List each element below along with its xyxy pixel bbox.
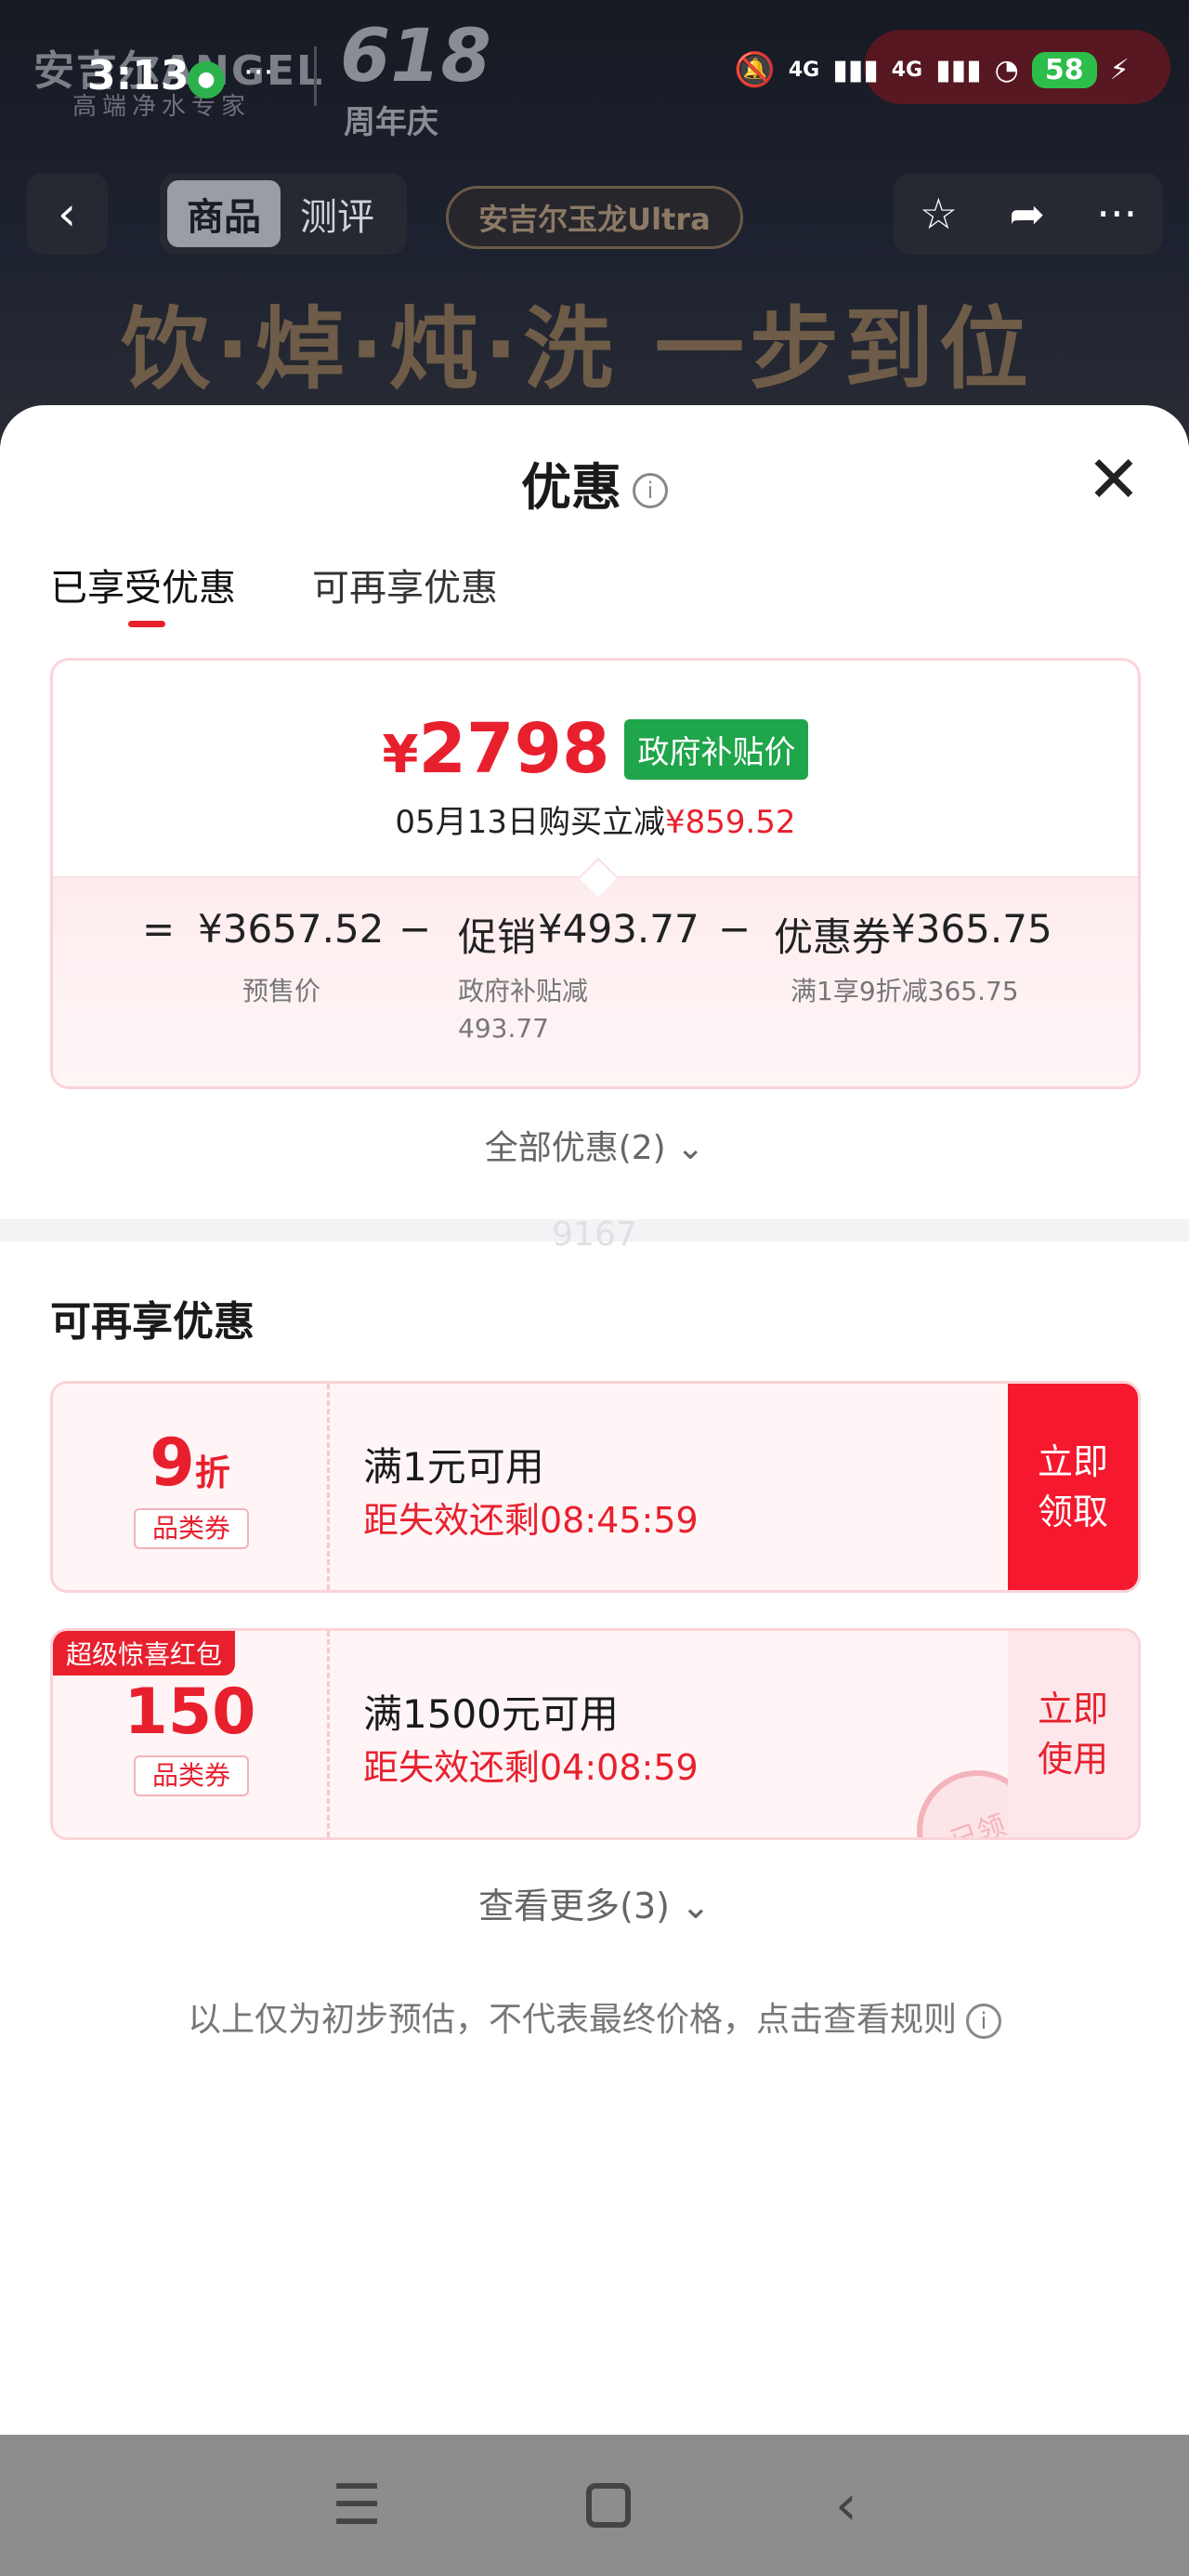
tab-product[interactable]: 商品 — [167, 180, 281, 247]
all-discounts-toggle[interactable]: 全部优惠(2) ⌄ — [0, 1121, 1189, 1169]
wifi-icon: ◔ — [994, 53, 1019, 86]
final-price-row: ¥2798 政府补贴价 — [53, 709, 1138, 789]
home-icon[interactable] — [585, 2483, 631, 2528]
back-button[interactable]: ‹ — [26, 173, 108, 255]
recent-apps-icon[interactable]: ☰ — [332, 2473, 382, 2538]
coupon-amount-value: 150 — [124, 1676, 256, 1749]
price-summary-card: ¥2798 政府补贴价 05月13日购买立减¥859.52 = ¥3657.52… — [50, 658, 1141, 1089]
sheet-title-text: 优惠 — [521, 458, 621, 517]
final-price: ¥2798 — [383, 709, 610, 789]
more-dots-icon[interactable]: ··· — [1096, 189, 1137, 239]
favorite-star-icon[interactable]: ☆ — [920, 189, 958, 239]
save-amount: ¥859.52 — [664, 804, 796, 841]
system-navigation-bar: ☰ ‹ — [0, 2435, 1189, 2576]
presale-label: 预售价 — [242, 976, 321, 1006]
coupon-condition: 满1500元可用 — [363, 1691, 619, 1737]
promo-label: 促销 — [458, 914, 537, 960]
sheet-title: 优惠 i — [0, 446, 1189, 519]
disclaimer-text: 以上仅为初步预估，不代表最终价格，点击查看规则 — [187, 2001, 957, 2039]
promo-amount: ¥493.77 — [538, 906, 699, 952]
tab-more-discounts[interactable]: 可再享优惠 — [312, 558, 498, 632]
minus-sign-2: − — [718, 906, 751, 952]
header-divider — [314, 46, 317, 106]
coupon-card-discount: 9折 品类券 满1元可用 距失效还剩08:45:59 立即 领取 — [50, 1381, 1141, 1593]
more-discounts-title: 可再享优惠 — [50, 1298, 255, 1346]
final-price-area: ¥2798 政府补贴价 05月13日购买立减¥859.52 — [53, 661, 1138, 876]
save-prefix: 05月13日购买立减 — [395, 804, 665, 841]
minus-sign-1: − — [399, 906, 432, 952]
system-status-icons: 🔕 4G ▮▮▮ 4G ▮▮▮ ◔ 58 ⚡ — [734, 50, 1130, 89]
coupon-category-tag: 品类券 — [134, 1508, 249, 1549]
claim-button-label: 立即 领取 — [1037, 1441, 1108, 1532]
coupon-timer: 距失效还剩04:08:59 — [363, 1747, 699, 1788]
coupon-amount-unit: 折 — [194, 1452, 230, 1493]
rules-info-icon[interactable]: i — [966, 2004, 1001, 2039]
page-tab-switcher: 商品 测评 — [160, 173, 407, 255]
presale-price: ¥3657.52 — [198, 906, 385, 952]
price-breakdown: = ¥3657.52 预售价 − 促销 ¥493.77 政府补贴减 493.77… — [53, 857, 1138, 1086]
coupon-amount-value: 9折 — [53, 1425, 327, 1501]
share-icon[interactable]: ➦ — [1009, 189, 1045, 239]
discount-tabs: 已享受优惠 可再享优惠 — [50, 558, 498, 632]
coupon-amount: ¥365.75 — [891, 906, 1052, 952]
super-red-packet-ribbon: 超级惊喜红包 — [53, 1631, 236, 1676]
tab-review[interactable]: 测评 — [281, 180, 394, 247]
charging-icon: ⚡ — [1109, 53, 1130, 86]
coupon-value-area: 9折 品类券 — [53, 1384, 330, 1590]
back-nav-icon[interactable]: ‹ — [835, 2473, 857, 2538]
signal-4g-icon: 4G — [788, 58, 820, 82]
wechat-icon: ● — [188, 61, 225, 99]
claim-coupon-button[interactable]: 立即 领取 — [1008, 1384, 1138, 1590]
top-navbar: ‹ 商品 测评 安吉尔玉龙Ultra ☆ ➦ ··· — [0, 173, 1189, 266]
coupon-desc: 满1享9折减365.75 — [790, 976, 1019, 1006]
close-button[interactable]: ✕ — [1083, 447, 1144, 513]
signal-4g-icon-2: 4G — [891, 58, 923, 82]
disclaimer[interactable]: 以上仅为初步预估，不代表最终价格，点击查看规则 i — [0, 1992, 1189, 2041]
coupon-card-red-packet: 已领 超级惊喜红包 150 品类券 满1500元可用 距失效还剩04:08:59… — [50, 1628, 1141, 1840]
coupon-condition: 满1元可用 — [363, 1444, 544, 1490]
coupon-category-tag: 品类券 — [134, 1755, 249, 1796]
promo-desc: 政府补贴减 493.77 — [458, 976, 589, 1044]
status-time: 3:13 — [87, 52, 189, 99]
use-coupon-button[interactable]: 立即 使用 — [1008, 1631, 1138, 1837]
discount-sheet: 优惠 i ✕ 已享受优惠 可再享优惠 ¥2798 政府补贴价 05月13日购买立减… — [0, 405, 1189, 2435]
final-price-value: 2798 — [418, 709, 610, 789]
use-button-label: 立即 使用 — [1037, 1689, 1108, 1780]
event-number: 618 — [340, 15, 491, 99]
battery-indicator: 58 — [1031, 51, 1097, 88]
product-header-background: 安吉尔ANGEL 高端净水专家 3:13 ● ··· 618 周年庆 🔕 4G … — [0, 0, 1189, 446]
coupon-amount-number: 9 — [150, 1425, 195, 1501]
nav-actions: ☆ ➦ ··· — [894, 173, 1163, 255]
watermark-number: 9167 — [552, 1216, 637, 1254]
equals-sign: = — [142, 906, 176, 952]
signal-bars-icon-2: ▮▮▮ — [935, 53, 982, 86]
save-line: 05月13日购买立减¥859.52 — [53, 796, 1138, 842]
status-more-icon: ··· — [243, 54, 274, 91]
currency-symbol: ¥ — [382, 725, 419, 785]
view-more-toggle[interactable]: 查看更多(3) ⌄ — [0, 1877, 1189, 1928]
product-headline: 饮·焯·炖·洗 一步到位 — [121, 297, 1034, 401]
coupon-value-area: 超级惊喜红包 150 品类券 — [53, 1631, 330, 1837]
coupon-timer: 距失效还剩08:45:59 — [363, 1500, 699, 1541]
signal-bars-icon: ▮▮▮ — [832, 53, 879, 86]
coupon-label: 优惠券 — [774, 914, 892, 960]
event-text: 周年庆 — [344, 104, 438, 141]
gov-subsidy-tag: 政府补贴价 — [624, 718, 809, 780]
info-icon[interactable]: i — [633, 473, 668, 509]
product-name-badge: 安吉尔玉龙Ultra — [446, 186, 743, 249]
mute-icon: 🔕 — [734, 51, 776, 89]
tab-enjoyed-discounts[interactable]: 已享受优惠 — [50, 558, 236, 632]
